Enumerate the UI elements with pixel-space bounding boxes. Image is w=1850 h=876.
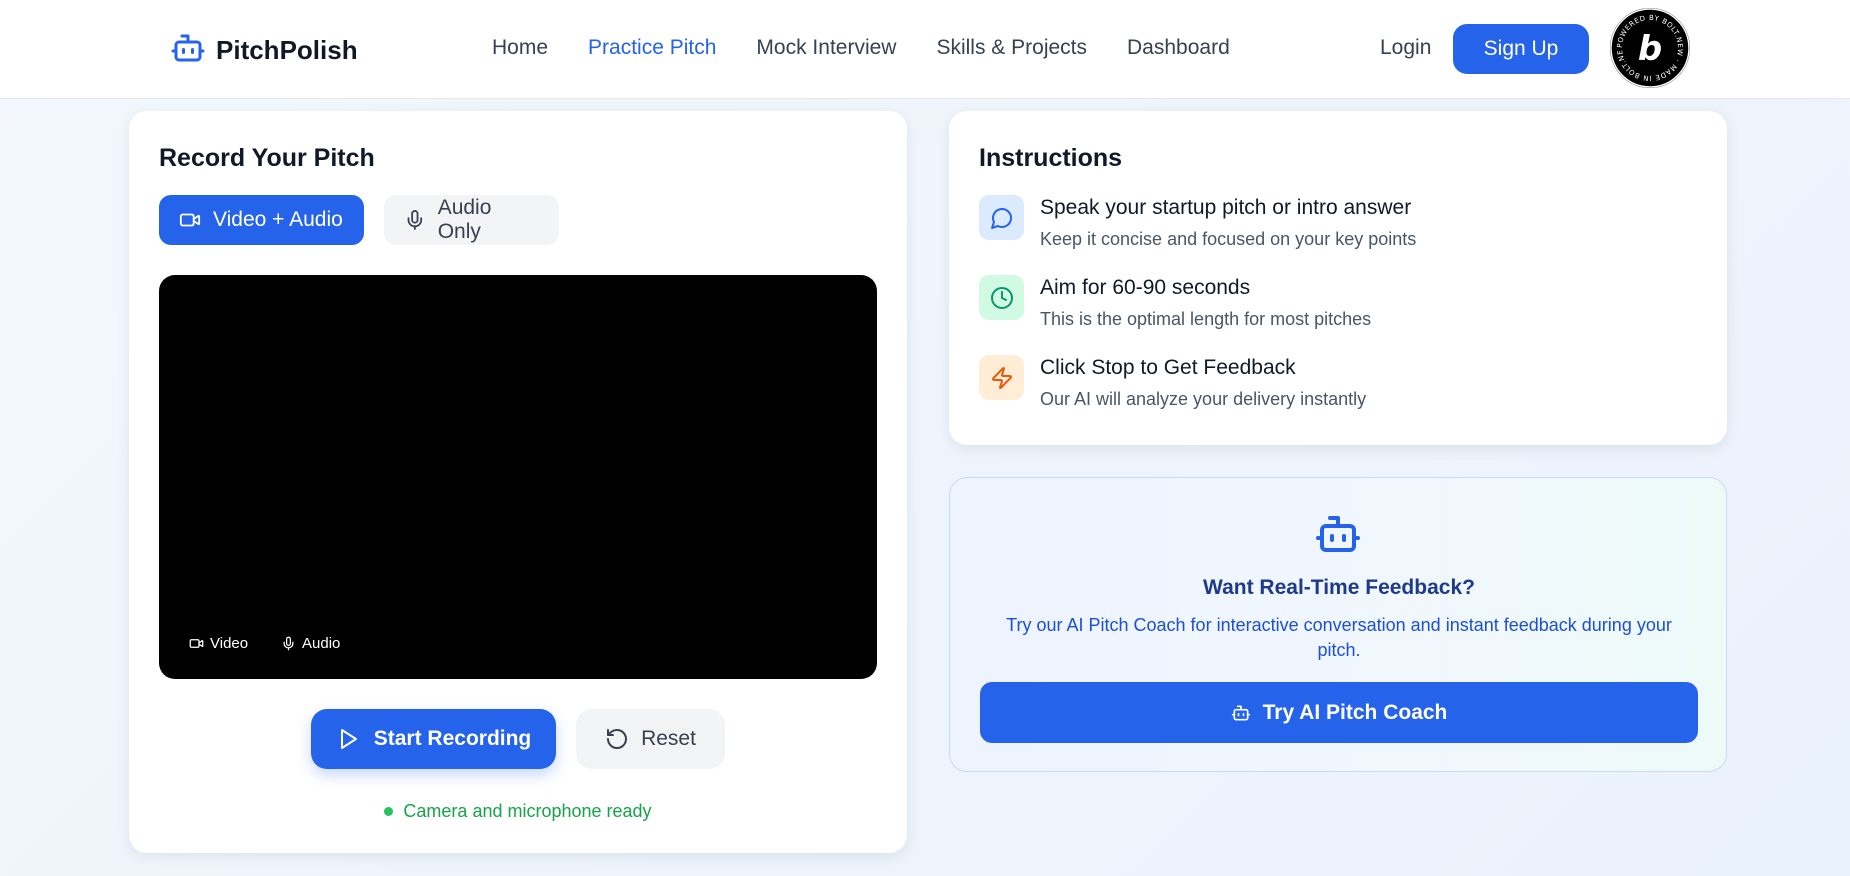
- try-ai-coach-button[interactable]: Try AI Pitch Coach: [980, 682, 1698, 743]
- instruction-item: Speak your startup pitch or intro answer…: [979, 195, 1416, 250]
- device-status: Camera and microphone ready: [129, 801, 907, 822]
- login-link[interactable]: Login: [1380, 36, 1431, 60]
- robot-icon: [1231, 705, 1250, 720]
- instruction-item: Aim for 60-90 seconds This is the optima…: [979, 275, 1371, 330]
- instruction-subtext: Keep it concise and focused on your key …: [1040, 229, 1417, 249]
- instruction-subtext: This is the optimal length for most pitc…: [1040, 309, 1372, 329]
- nav-practice-pitch[interactable]: Practice Pitch: [588, 36, 716, 60]
- video-audio-mode-button[interactable]: Video + Audio: [159, 195, 364, 245]
- rotate-ccw-icon: [607, 729, 628, 749]
- device-status-text: Camera and microphone ready: [403, 801, 652, 821]
- video-indicator-label: Video: [210, 635, 249, 652]
- microphone-icon: [407, 210, 423, 230]
- video-audio-mode-label: Video + Audio: [213, 208, 343, 231]
- robot-icon: [1316, 516, 1360, 552]
- video-indicator: Video: [189, 635, 248, 652]
- instruction-heading: Speak your startup pitch or intro answer: [1040, 196, 1412, 219]
- reset-button[interactable]: Reset: [576, 709, 725, 769]
- nav-home[interactable]: Home: [492, 36, 548, 60]
- logo-text: PitchPolish: [216, 35, 358, 65]
- status-dot: [384, 807, 394, 816]
- audio-indicator-label: Audio: [302, 635, 341, 652]
- bolt-badge[interactable]: POWERED BY BOLT.NEW · MADE IN BOLT.NEW ·…: [1610, 8, 1690, 88]
- start-recording-label: Start Recording: [373, 727, 532, 750]
- start-recording-button[interactable]: Start Recording: [311, 709, 556, 769]
- robot-icon: [170, 30, 206, 71]
- instructions-card: Instructions Speak your startup pitch or…: [949, 111, 1727, 445]
- ai-coach-description: Try our AI Pitch Coach for interactive c…: [1006, 615, 1672, 660]
- nav-dashboard[interactable]: Dashboard: [1127, 36, 1230, 60]
- reset-label: Reset: [641, 727, 696, 750]
- ai-coach-card: Want Real-Time Feedback? Try our AI Pitc…: [949, 477, 1727, 772]
- main-nav: Home Practice Pitch Mock Interview Skill…: [492, 36, 1230, 60]
- play-icon: [340, 729, 357, 749]
- top-navbar: PitchPolish Home Practice Pitch Mock Int…: [0, 0, 1850, 99]
- recorder-title: Record Your Pitch: [159, 144, 375, 172]
- logo[interactable]: PitchPolish: [170, 30, 358, 71]
- signup-button[interactable]: Sign Up: [1453, 24, 1589, 74]
- bolt-logo-icon: POWERED BY BOLT.NEW · MADE IN BOLT.NEW ·…: [1610, 8, 1690, 88]
- audio-indicator: Audio: [281, 635, 340, 652]
- instruction-item: Click Stop to Get Feedback Our AI will a…: [979, 355, 1366, 410]
- zap-icon: [979, 355, 1024, 400]
- instruction-heading: Aim for 60-90 seconds: [1040, 276, 1251, 299]
- recorder-card: Record Your Pitch Video + Audio Audio On…: [129, 111, 907, 853]
- instruction-subtext: Our AI will analyze your delivery instan…: [1040, 389, 1367, 409]
- nav-skills-projects[interactable]: Skills & Projects: [936, 36, 1087, 60]
- microphone-icon: [283, 636, 294, 651]
- video-camera-icon: [189, 639, 204, 648]
- audio-only-mode-label: Audio Only: [437, 196, 492, 243]
- ai-coach-title: Want Real-Time Feedback?: [1203, 576, 1475, 599]
- video-camera-icon: [179, 213, 201, 227]
- clock-icon: [979, 275, 1024, 320]
- try-ai-coach-label: Try AI Pitch Coach: [1262, 700, 1448, 724]
- instruction-heading: Click Stop to Get Feedback: [1040, 356, 1296, 379]
- nav-mock-interview[interactable]: Mock Interview: [756, 36, 896, 60]
- instructions-title: Instructions: [979, 144, 1123, 172]
- video-preview: Video Audio: [159, 275, 877, 679]
- svg-text:b: b: [1638, 29, 1662, 69]
- audio-only-mode-button[interactable]: Audio Only: [384, 195, 559, 245]
- message-circle-icon: [979, 195, 1024, 240]
